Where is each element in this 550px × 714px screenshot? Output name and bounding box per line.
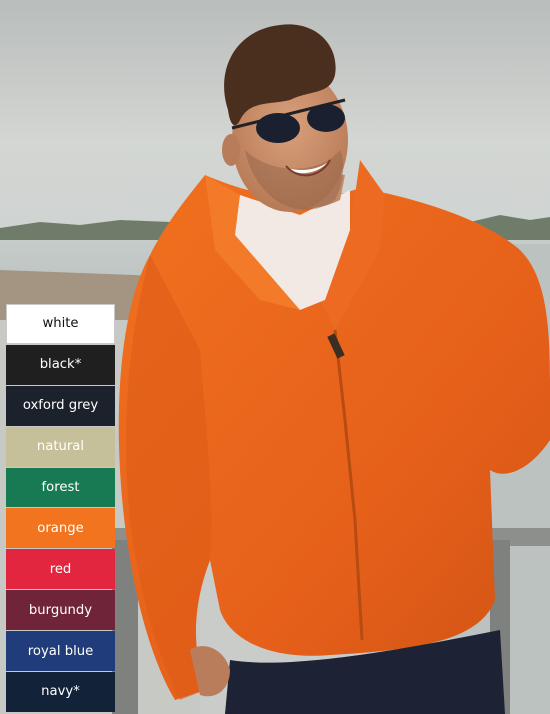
color-swatch-navy[interactable]: navy* — [6, 672, 115, 712]
color-swatch-label: royal blue — [27, 643, 94, 659]
color-swatch-label: natural — [36, 439, 85, 455]
color-swatch-royal-blue[interactable]: royal blue — [6, 631, 115, 672]
color-swatch-label: red — [49, 561, 72, 577]
color-swatch-burgundy[interactable]: burgundy — [6, 590, 115, 631]
color-swatch-label: burgundy — [28, 602, 93, 618]
color-swatch-natural[interactable]: natural — [6, 426, 115, 467]
color-swatch-label: white — [42, 316, 79, 332]
color-swatch-forest[interactable]: forest — [6, 467, 115, 508]
color-swatch-list: white black* oxford grey natural forest orang… — [6, 304, 115, 712]
color-swatch-white[interactable]: white — [6, 304, 115, 344]
color-swatch-label: forest — [41, 480, 80, 495]
color-swatch-label: orange — [37, 520, 84, 536]
color-swatch-oxford-grey[interactable]: oxford grey — [6, 385, 115, 426]
color-swatch-label: black* — [39, 357, 82, 373]
color-swatch-label: navy* — [41, 684, 80, 700]
color-swatch-red[interactable]: red — [6, 549, 115, 590]
color-swatch-black[interactable]: black* — [6, 344, 115, 385]
color-swatch-orange[interactable]: orange — [6, 508, 115, 549]
color-swatch-label: oxford grey — [22, 398, 99, 414]
